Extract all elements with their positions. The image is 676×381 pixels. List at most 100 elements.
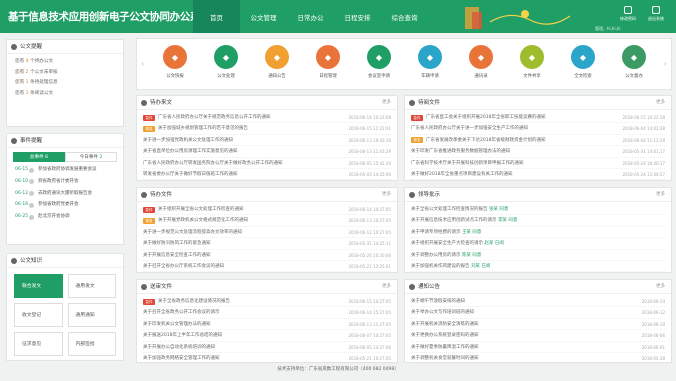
knowledge-joint-document[interactable]: 联合发文 [14, 274, 63, 298]
list-item[interactable]: 关于组织开展安全生产大检查的请示 赵某 已阅 [411, 238, 665, 250]
quick-access-item[interactable]: ◆ 日程管理 [308, 45, 348, 79]
event-item[interactable]: 06-12 去政府通讯大厦听取报告会 [7, 188, 123, 200]
logout-button[interactable]: 退出系统 [642, 6, 670, 22]
item-title: 关于做好夏季防暑降温工作的通知 [411, 344, 479, 350]
list-item[interactable]: 关于全省公文处理工作检查情况的报告 张某 同意 [411, 204, 665, 216]
list-item[interactable]: 关于做好防汛防风工作的紧急通知 2018-05-31 14:25:11 [143, 238, 391, 250]
list-item[interactable]: 广东省人民政府办公厅转发国务院办公厅关于做好政务公开工作的通知 2018-06-0… [143, 158, 391, 169]
notice-list: 关于端午节放假安排的通知 2018-06-14 关于举办公文写作培训班的通知 2018… [405, 294, 671, 366]
item-title: 关于全省政务信息化建设情况的报告 [158, 299, 230, 304]
priority-badge: 紧急 [143, 218, 155, 225]
reminder-item[interactable]: 您有 1 条待处理信息 [7, 78, 123, 89]
list-item[interactable]: 关于加强机关作风建设的报告 刘某 已阅 [411, 261, 665, 273]
item-instruction: 赵某 已阅 [484, 241, 504, 247]
nav-schedule[interactable]: 日程安排 [334, 0, 381, 33]
quick-access-item[interactable]: ◆ 会议室申请 [359, 45, 399, 79]
change-password-button[interactable]: 修改密码 [614, 6, 642, 22]
next-arrow-icon[interactable]: › [664, 59, 667, 68]
knowledge-general-document[interactable]: 通用发文 [67, 274, 116, 298]
list-item[interactable]: 关于加强政务网络安全管理工作的通知 2018-05-21 10:27:05 [143, 353, 391, 365]
item-title: 关于组织开展全省公文处理工作检查的通知 [158, 207, 244, 212]
quick-access-item[interactable]: ◆ 公文处理 [206, 45, 246, 79]
list-item[interactable]: 关于调整机关食堂就餐时间的通知 2018-05-28 [411, 353, 665, 365]
knowledge-receipt-registration[interactable]: 收文登记 [14, 303, 63, 327]
list-item[interactable]: 关于举办公文写作培训班的通知 2018-06-12 [411, 307, 665, 319]
item-date: 2018-06-10 [641, 321, 665, 327]
list-item[interactable]: 关于召开全省政务公开工作会议的请示 2018-06-14 15:27:05 [143, 307, 391, 319]
item-title: 关于端午节放假安排的通知 [411, 299, 465, 304]
list-item[interactable]: 关于调整办公用房的请示 陈某 同意 [411, 250, 665, 261]
reminder-item[interactable]: 您有 1 条阅读公文 [7, 89, 123, 100]
reminder-item[interactable]: 您有 4 个待办公文 [7, 57, 123, 68]
list-item[interactable]: 广东省科学技术厅关于开展科技创新项目申报工作的通知 2018-05-24 16:0… [411, 158, 665, 169]
item-date: 2018-05-24 11:00:27 [622, 171, 665, 177]
list-item[interactable]: 关于报送2018年上半年工作总结的通知 2018-06-07 10:27:05 [143, 330, 391, 342]
quick-access-item[interactable]: ◆ 全文检索 [563, 45, 603, 79]
tab-today-events[interactable]: 今日事件 2 [65, 152, 117, 162]
pending-doc-more-link[interactable]: 更多 [382, 188, 391, 202]
list-item[interactable]: 关于开展信息技术应用创新试点工作的请示 李某 同意 [411, 215, 665, 227]
knowledge-internal-approval[interactable]: 内部签批 [67, 332, 116, 356]
item-title: 关于印发广东省推进政务服务数据管理办法的通知 [411, 149, 510, 155]
list-item[interactable]: 关于更换办公系统登录密码的通知 2018-06-06 [411, 330, 665, 342]
item-title: 关于全省公文处理工作检查情况的报告 [411, 207, 488, 212]
list-item[interactable]: 广东省人民政府办公厅关于进一步加强安全生产工作的通知 2018-06-04 14:… [411, 123, 665, 135]
list-item[interactable]: 紧急 广东省发展改革委关于下达2018年省级财政资金计划的通知 2018-06-04… [411, 135, 665, 147]
notice-title: 通知公告 [418, 284, 441, 290]
list-item[interactable]: 关于开展办公自动化系统培训的通知 2018-06-05 14:27:06 [143, 342, 391, 353]
list-item[interactable]: 急件 广东省直工会关于组织开展2018年全省职工技能竞赛的通知 2018-06-15… [411, 112, 665, 124]
list-item[interactable]: 关于申请专项经费的请示 王某 同意 [411, 227, 665, 239]
todo-panel: 待办来文 更多 急件 广东省人民政府办公厅关于规范政务信息公开工作的通知 2018-0… [136, 95, 398, 181]
quick-access-label: 日程管理 [319, 74, 337, 79]
knowledge-general-notice[interactable]: 通用通知 [67, 303, 116, 327]
item-title: 关于加强机关作风建设的报告 [411, 263, 470, 269]
list-item[interactable]: 急件 关于组织开展全省公文处理工作检查的通知 2018-06-14 10:27:05 [143, 204, 391, 216]
item-date: 2018-05-21 10:27:05 [348, 355, 391, 361]
event-item[interactable]: 06-15 参加省政府协调发展重要会议 [7, 164, 123, 176]
list-item[interactable]: 急件 关于全省政务信息化建设情况的报告 2018-06-15 10:27:05 [143, 296, 391, 308]
quick-access-item[interactable]: ◆ 通知公告 [257, 45, 297, 79]
event-item[interactable]: 06-10 到省政府省计委开会 [7, 176, 123, 188]
list-item[interactable]: 关于做好夏季防暑降温工作的通知 2018-06-01 [411, 342, 665, 353]
item-title: 关于召开全省办公厅系统工作会议的通知 [143, 263, 224, 269]
item-date: 2018-06-05 15:42:20 [348, 160, 391, 166]
list-item[interactable]: 关于开展信息安全检查工作的通知 2018-05-26 10:20:06 [143, 250, 391, 261]
quick-access-item[interactable]: ◆ 公文快报 [155, 45, 195, 79]
todo-more-link[interactable]: 更多 [382, 96, 391, 110]
tab-all-events[interactable]: 总事件 6 [13, 152, 65, 162]
item-date: 2018-06-13 11:43:29 [348, 149, 391, 155]
pending-read-more-link[interactable]: 更多 [656, 96, 665, 110]
list-item[interactable]: 关于做好2018年全省重点项目建设有关工作的通知 2018-05-24 11:00… [411, 169, 665, 181]
nav-daily-office[interactable]: 日常办公 [287, 0, 334, 33]
list-item[interactable]: 关于印发机关公文管理办法的通知 2018-06-13 11:27:05 [143, 319, 391, 331]
prev-arrow-icon[interactable]: ‹ [141, 59, 144, 68]
list-item[interactable]: 关于端午节放假安排的通知 2018-06-14 [411, 296, 665, 308]
event-item[interactable]: 06-16 参加省政府党委开会 [7, 199, 123, 211]
list-item[interactable]: 关于进一步规范公文处理流程提高办文效率的通知 2018-06-12 10:27:0… [143, 227, 391, 239]
list-item[interactable]: 紧急 关于加强城乡规划管理工作的若干意见的报告 2018-06-15 11:22:0… [143, 123, 391, 135]
list-item[interactable]: 关于开展机关消防安全演练的通知 2018-06-10 [411, 319, 665, 331]
reminder-item[interactable]: 您有 2 个公文未审核 [7, 68, 123, 79]
list-item[interactable]: 紧急 关于开展党政机关公文格式规范化工作的通知 2018-06-13 10:27:0… [143, 215, 391, 227]
quick-access-item[interactable]: ◆ 文件共享 [512, 45, 552, 79]
item-instruction: 陈某 同意 [461, 252, 482, 258]
list-item[interactable]: 转发省委办公厅关于做好节假日值班工作的通知 2018-05-03 14:25:00 [143, 169, 391, 181]
system-title: 基于信息技术应用创新电子公文协同办公系统 [8, 11, 210, 23]
quick-access-item[interactable]: ◆ 公文督办 [614, 45, 654, 79]
list-item[interactable]: 关于省直单位办公用房清理工作实施意见的通知 2018-06-13 11:43:29 [143, 146, 391, 158]
list-item[interactable]: 急件 广东省人民政府办公厅关于规范政务信息公开工作的通知 2018-06-14 10… [143, 112, 391, 124]
leader-more-link[interactable]: 更多 [656, 188, 665, 202]
list-item[interactable]: 关于印发广东省推进政务服务数据管理办法的通知 2018-05-31 14:01:1… [411, 146, 665, 158]
notice-more-link[interactable]: 更多 [656, 280, 665, 294]
quick-access-icon: ◆ [520, 45, 544, 69]
knowledge-solicit-opinion[interactable]: 征求意见 [14, 332, 63, 356]
sent-more-link[interactable]: 更多 [382, 280, 391, 294]
nav-home[interactable]: 首页 [193, 0, 240, 33]
event-item[interactable]: 06-25 赴北京开会协调 [7, 211, 123, 223]
list-item[interactable]: 关于进一步加强党政机关公文处理工作的通知 2018-06-13 16:43:10 [143, 135, 391, 147]
nav-document-management[interactable]: 公文管理 [240, 0, 287, 33]
quick-access-item[interactable]: ◆ 通讯录 [461, 45, 501, 79]
list-item[interactable]: 关于召开全省办公厅系统工作会议的通知 2018-05-21 13:25:01 [143, 261, 391, 273]
quick-access-item[interactable]: ◆ 车辆申请 [410, 45, 450, 79]
item-date: 2018-06-13 16:43:10 [348, 137, 391, 143]
